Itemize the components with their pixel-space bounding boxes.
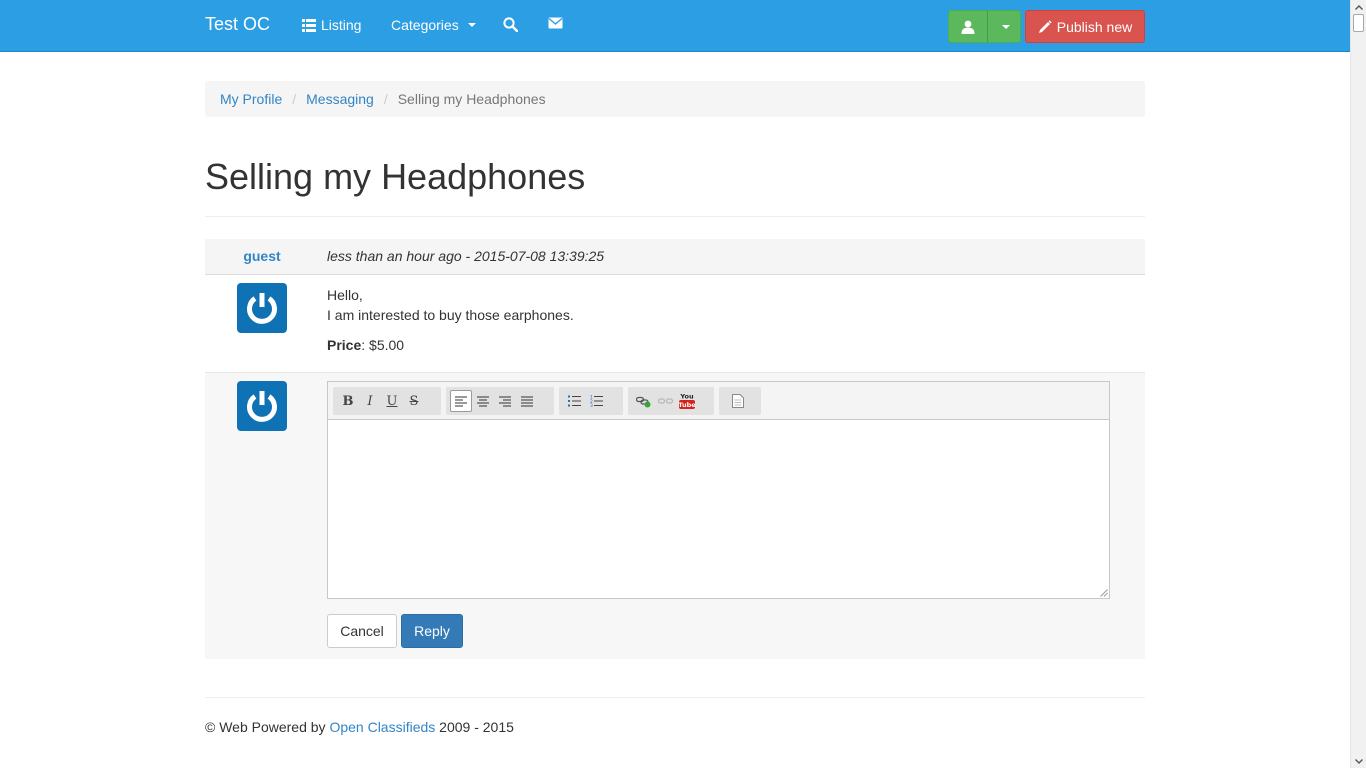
footer: © Web Powered by Open Classifieds 2009 -…: [205, 719, 514, 735]
message-header: guest less than an hour ago - 2015-07-08…: [205, 239, 1145, 275]
nav-categories-label: Categories: [391, 17, 459, 33]
breadcrumb-current: Selling my Headphones: [397, 91, 546, 107]
message-price: Price: $5.00: [327, 335, 574, 355]
link-icon: [635, 396, 650, 407]
caret-down-icon: [467, 23, 476, 27]
align-center-icon: [477, 396, 489, 406]
bullet-list-icon: [567, 395, 581, 407]
price-value: : $5.00: [361, 337, 405, 353]
document-icon: [732, 394, 744, 408]
title-divider: [205, 216, 1145, 217]
align-center-button[interactable]: [472, 390, 494, 412]
unlink-button[interactable]: [654, 390, 676, 412]
avatar: [237, 381, 287, 431]
pencil-icon: [1038, 19, 1052, 33]
breadcrumb-separator: /: [383, 91, 388, 107]
chevron-up-icon: [1355, 4, 1363, 10]
message-author[interactable]: guest: [205, 248, 319, 264]
bullet-list-button[interactable]: [563, 390, 585, 412]
reply-area: B I U S 1 2 3 You Tube Cancel Reply: [205, 373, 1145, 659]
youtube-icon: You Tube: [678, 393, 696, 409]
breadcrumb-separator: /: [292, 91, 297, 107]
italic-button[interactable]: I: [359, 390, 381, 412]
avatar: [237, 283, 287, 333]
nav-listing-label: Listing: [321, 17, 362, 33]
reply-button[interactable]: Reply: [401, 614, 463, 648]
align-right-button[interactable]: [494, 390, 516, 412]
insert-link-button[interactable]: [632, 390, 654, 412]
footer-suffix: 2009 - 2015: [435, 719, 514, 735]
resize-grip-icon[interactable]: [1100, 589, 1108, 597]
search-icon: [503, 17, 518, 32]
breadcrumb: My Profile / Messaging / Selling my Head…: [205, 81, 1145, 117]
numbered-list-button[interactable]: 123: [585, 390, 607, 412]
nav-listing[interactable]: Listing: [302, 17, 361, 33]
envelope-icon: [548, 17, 563, 29]
scroll-down-arrow[interactable]: [1351, 754, 1366, 768]
bold-button[interactable]: B: [337, 390, 359, 412]
power-icon: [247, 293, 277, 324]
cancel-button[interactable]: Cancel: [327, 614, 397, 648]
message-date: less than an hour ago - 2015-07-08 13:39…: [327, 248, 605, 264]
underline-button[interactable]: U: [381, 390, 403, 412]
rich-text-editor: B I U S 1 2 3 You Tube: [327, 381, 1110, 599]
message-line: I am interested to buy those earphones.: [327, 307, 574, 323]
list-icon: [302, 18, 316, 32]
breadcrumb-my-profile[interactable]: My Profile: [220, 91, 282, 107]
view-source-button[interactable]: [727, 390, 749, 412]
toolbar-group-align: [446, 387, 554, 415]
toolbar-group-source: [719, 387, 761, 415]
reply-message-input[interactable]: [328, 420, 1109, 598]
align-right-icon: [499, 396, 511, 406]
user-icon: [961, 20, 975, 34]
page-title: Selling my Headphones: [205, 156, 586, 197]
scroll-up-arrow[interactable]: [1351, 0, 1366, 14]
breadcrumb-messaging[interactable]: Messaging: [306, 91, 374, 107]
strikethrough-button[interactable]: S: [403, 390, 425, 412]
footer-open-classifieds-link[interactable]: Open Classifieds: [329, 719, 435, 735]
toolbar-group-lists: 123: [559, 387, 623, 415]
brand-link[interactable]: Test OC: [205, 14, 270, 35]
youtube-icon-bottom: Tube: [678, 401, 696, 409]
message-body: Hello, I am interested to buy those earp…: [205, 275, 1145, 373]
caret-down-icon: [1002, 24, 1010, 29]
publish-new-label: Publish new: [1056, 18, 1133, 35]
user-menu-button[interactable]: [948, 10, 988, 43]
message-text: Hello, I am interested to buy those earp…: [327, 285, 574, 355]
nav-categories[interactable]: Categories: [391, 17, 476, 33]
toolbar-group-media: You Tube: [628, 387, 714, 415]
toolbar-group-style: B I U S: [333, 387, 441, 415]
publish-new-button[interactable]: Publish new: [1025, 10, 1145, 43]
svg-text:3: 3: [590, 403, 593, 407]
align-justify-button[interactable]: [516, 390, 538, 412]
user-menu-dropdown-toggle[interactable]: [987, 10, 1021, 43]
align-left-icon: [455, 396, 467, 406]
nav-search[interactable]: [503, 17, 518, 32]
price-label: Price: [327, 337, 362, 353]
top-navbar: Test OC Listing Categories Publish new: [0, 0, 1350, 52]
align-left-button[interactable]: [450, 390, 472, 412]
numbered-list-icon: 123: [590, 395, 603, 407]
footer-prefix: © Web Powered by: [205, 719, 330, 735]
editor-toolbar: B I U S 1 2 3 You Tube: [328, 382, 1109, 420]
message-line: Hello,: [327, 287, 363, 303]
nav-messages[interactable]: [548, 17, 563, 29]
power-icon: [247, 391, 277, 422]
page-scrollbar[interactable]: [1350, 0, 1366, 768]
youtube-icon-top: You: [679, 393, 694, 401]
chevron-down-icon: [1355, 758, 1363, 764]
footer-divider: [205, 697, 1145, 698]
align-justify-icon: [521, 396, 533, 406]
scroll-thumb[interactable]: [1353, 14, 1364, 32]
youtube-button[interactable]: You Tube: [676, 390, 698, 412]
unlink-icon: [657, 397, 673, 404]
